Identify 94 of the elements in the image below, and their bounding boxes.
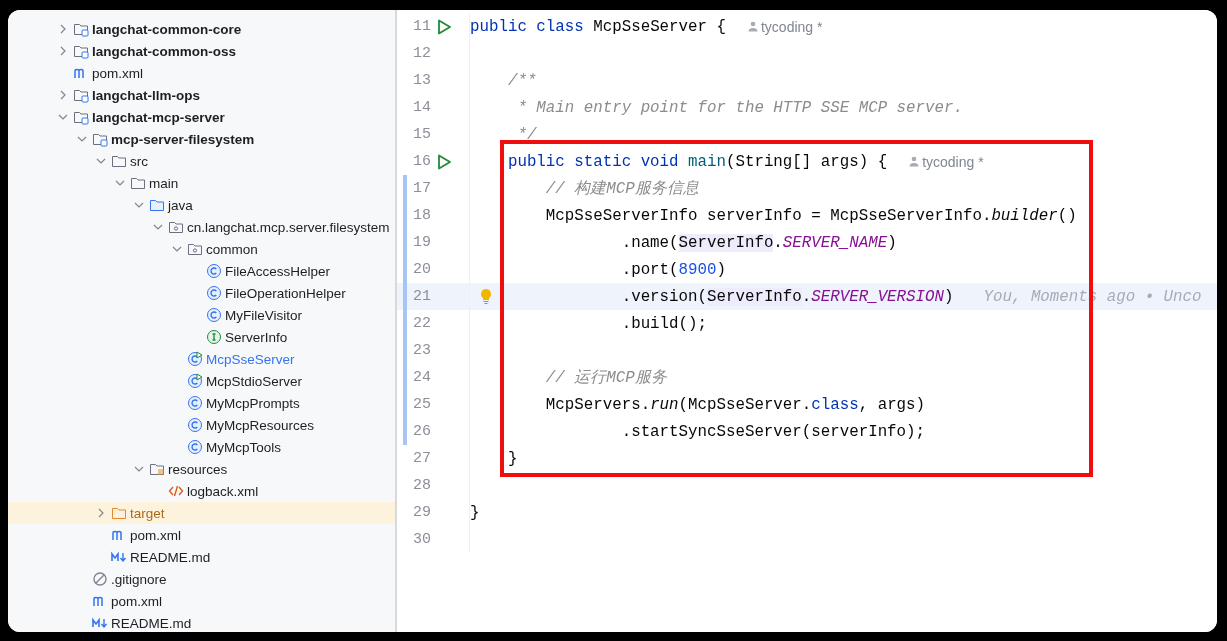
tree-item[interactable]: MyMcpResources: [8, 414, 395, 436]
code-text: .build();: [620, 314, 707, 333]
line-number: 19: [412, 234, 431, 251]
code-text: // 运行MCP服务: [544, 368, 667, 388]
tree-item[interactable]: mcp-server-filesystem: [8, 128, 395, 150]
folder-icon: [130, 175, 146, 191]
run-icon[interactable]: [435, 17, 453, 36]
line-number: 21: [412, 288, 431, 305]
code-text: .version(ServerInfo.SERVER_VERSION): [620, 287, 954, 306]
line-number: 29: [412, 504, 431, 521]
tree-item[interactable]: resources: [8, 458, 395, 480]
tree-item[interactable]: FileOperationHelper: [8, 282, 395, 304]
module-folder-icon: [73, 87, 89, 103]
tree-item[interactable]: langchat-mcp-server: [8, 106, 395, 128]
tree-item[interactable]: .gitignore: [8, 568, 395, 590]
tree-item[interactable]: README.md: [8, 612, 395, 632]
class-icon: [187, 395, 203, 411]
line-number: 18: [412, 207, 431, 224]
tree-item[interactable]: java: [8, 194, 395, 216]
code-text: }: [470, 503, 480, 522]
tree-item[interactable]: pom.xml: [8, 590, 395, 612]
module-folder-icon: [73, 43, 89, 59]
line-number: 13: [412, 72, 431, 89]
line-number: 26: [412, 423, 431, 440]
class-icon: [187, 417, 203, 433]
line-number: 27: [412, 450, 431, 467]
line-number: 16: [412, 153, 431, 170]
code-file-icon: [168, 483, 184, 499]
tree-item[interactable]: logback.xml: [8, 480, 395, 502]
tree-item[interactable]: MyMcpTools: [8, 436, 395, 458]
ignore-file-icon: [92, 571, 108, 587]
tree-item[interactable]: MyFileVisitor: [8, 304, 395, 326]
line-number: 12: [412, 45, 431, 62]
module-folder-icon: [73, 109, 89, 125]
interface-icon: [206, 329, 222, 345]
folder-icon: [149, 461, 165, 477]
class-icon: [206, 285, 222, 301]
code-text: public static void main(String[] args) {: [506, 152, 888, 171]
line-number: 11: [412, 18, 431, 35]
tree-item[interactable]: langchat-common-oss: [8, 40, 395, 62]
tree-item[interactable]: MyMcpPrompts: [8, 392, 395, 414]
line-number: 30: [412, 531, 431, 548]
module-folder-icon: [92, 131, 108, 147]
class-icon: [187, 351, 203, 367]
author-hint[interactable]: tycoding *: [747, 18, 823, 35]
code-text: */: [516, 125, 537, 144]
run-icon[interactable]: [435, 152, 453, 171]
tree-item[interactable]: FileAccessHelper: [8, 260, 395, 282]
code-text: .port(8900): [620, 260, 726, 279]
tree-item[interactable]: pom.xml: [8, 62, 395, 84]
package-icon: [168, 219, 184, 235]
class-icon: [206, 307, 222, 323]
tree-item[interactable]: README.md: [8, 546, 395, 568]
tree-item[interactable]: main: [8, 172, 395, 194]
class-icon: [206, 263, 222, 279]
class-icon: [187, 373, 203, 389]
tree-item[interactable]: target: [8, 502, 395, 524]
person-icon: [909, 156, 920, 167]
package-icon: [187, 241, 203, 257]
tree-item[interactable]: langchat-llm-ops: [8, 84, 395, 106]
line-number: 24: [412, 369, 431, 386]
line-number: 28: [412, 477, 431, 494]
tree-item[interactable]: common: [8, 238, 395, 260]
line-number: 15: [412, 126, 431, 143]
line-number: 20: [412, 261, 431, 278]
line-number: 25: [412, 396, 431, 413]
tree-item[interactable]: McpStdioServer: [8, 370, 395, 392]
folder-icon: [149, 197, 165, 213]
tree-item[interactable]: ServerInfo: [8, 326, 395, 348]
code-text: // 构建MCP服务信息: [544, 179, 699, 199]
code-text: .name(ServerInfo.SERVER_NAME): [620, 233, 897, 252]
line-number: 22: [412, 315, 431, 332]
tree-item[interactable]: McpSseServer: [8, 348, 395, 370]
code-text: McpSseServerInfo serverInfo = McpSseServerInfo.builder(): [544, 206, 1077, 225]
tree-item[interactable]: langchat-common-core: [8, 18, 395, 40]
code-text: .startSyncSseServer(serverInfo);: [620, 422, 926, 441]
code-text: }: [506, 449, 518, 468]
person-icon: [747, 21, 758, 32]
lightbulb-icon[interactable]: [480, 288, 492, 305]
code-text: public class McpSseServer {: [470, 17, 726, 36]
tree-item[interactable]: pom.xml: [8, 524, 395, 546]
line-number: 23: [412, 342, 431, 359]
code-text: McpServers.run(McpSseServer.class, args): [544, 395, 926, 414]
module-folder-icon: [73, 21, 89, 37]
folder-icon: [111, 505, 127, 521]
tree-item[interactable]: src: [8, 150, 395, 172]
class-icon: [187, 439, 203, 455]
code-text: /**: [506, 71, 537, 90]
tree-item[interactable]: cn.langchat.mcp.server.filesystem: [8, 216, 395, 238]
code-text: * Main entry point for the HTTP SSE MCP server.: [516, 98, 963, 117]
line-number: 17: [412, 180, 431, 197]
author-hint[interactable]: tycoding *: [909, 153, 984, 170]
line-number: 14: [412, 99, 431, 116]
folder-icon: [111, 153, 127, 169]
